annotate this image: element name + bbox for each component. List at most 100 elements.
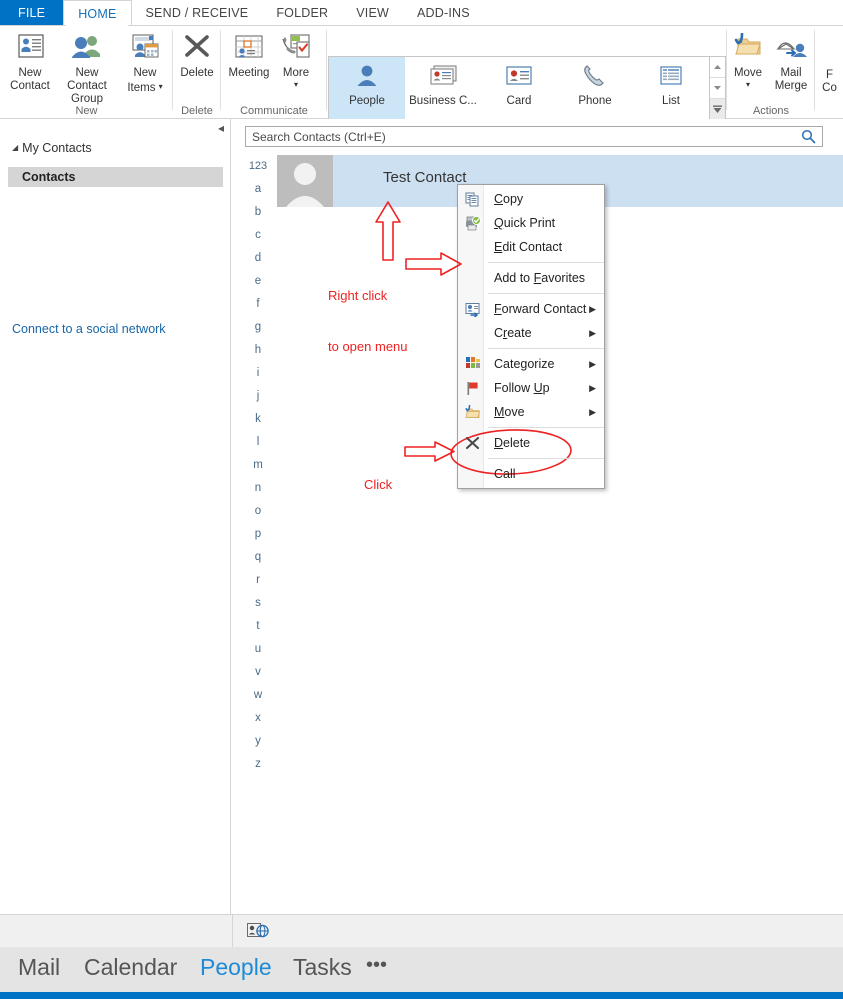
alpha-index-a[interactable]: a <box>243 178 273 201</box>
connect-social-network-link[interactable]: Connect to a social network <box>12 322 166 336</box>
avatar <box>277 155 333 207</box>
alpha-index-f[interactable]: f <box>243 293 273 316</box>
alpha-index-q[interactable]: q <box>243 546 273 569</box>
new-contact-label-1: New <box>18 67 42 79</box>
menu-separator <box>488 427 604 428</box>
new-items-label-1: New <box>133 67 157 79</box>
delete-button[interactable]: Delete <box>169 30 225 80</box>
mail-merge-button[interactable]: Mail Merge <box>769 30 813 93</box>
sidebar-item-contacts-label: Contacts <box>22 170 76 184</box>
search-icon[interactable] <box>801 129 816 144</box>
gallery-scrollbar[interactable] <box>710 56 726 120</box>
module-calendar[interactable]: Calendar <box>84 954 177 981</box>
ribbon-group-communicate: Meeting More ▾ Communicate <box>221 26 327 119</box>
meeting-icon <box>221 30 277 64</box>
alpha-index-g[interactable]: g <box>243 316 273 339</box>
more-dropdown-icon[interactable]: ▾ <box>271 78 321 91</box>
alpha-index-w[interactable]: w <box>243 684 273 707</box>
view-people[interactable]: People <box>329 57 405 119</box>
alpha-index-k[interactable]: k <box>243 408 273 431</box>
alpha-index-d[interactable]: d <box>243 247 273 270</box>
alpha-index-o[interactable]: o <box>243 500 273 523</box>
tab-add-ins[interactable]: ADD-INS <box>403 0 484 26</box>
menu-item-edit-contact[interactable]: Edit Contact <box>458 235 604 259</box>
new-contact-button[interactable]: New Contact <box>2 30 58 93</box>
move-button[interactable]: Move ▾ <box>727 30 769 91</box>
new-contact-group-button[interactable]: New Contact Group <box>56 30 118 106</box>
new-items-dropdown-icon[interactable]: ▾ <box>159 82 163 91</box>
view-card[interactable]: Card <box>481 57 557 119</box>
tab-home[interactable]: HOME <box>63 0 132 26</box>
alpha-index-y[interactable]: y <box>243 730 273 753</box>
ribbon-group-delete-label: Delete <box>181 105 213 117</box>
menu-item-quick-print[interactable]: Quick Print <box>458 211 604 235</box>
menu-item-follow-up-label: Follow Up <box>494 381 550 395</box>
view-phone[interactable]: Phone <box>557 57 633 119</box>
current-view-gallery: People Business C... Card Phone List <box>328 56 710 120</box>
alpha-index-e[interactable]: e <box>243 270 273 293</box>
alphabet-index[interactable]: 123 a b c d e f g h i j k l m n o p q r s t u v w x y z <box>243 155 273 776</box>
menu-item-add-to-favorites[interactable]: Add to Favorites <box>458 266 604 290</box>
alpha-index-c[interactable]: c <box>243 224 273 247</box>
alpha-index-n[interactable]: n <box>243 477 273 500</box>
list-view-icon <box>633 57 709 95</box>
alpha-index-j[interactable]: j <box>243 385 273 408</box>
tab-view[interactable]: VIEW <box>342 0 403 26</box>
alpha-index-b[interactable]: b <box>243 201 273 224</box>
menu-item-categorize[interactable]: Categorize ▶ <box>458 352 604 376</box>
view-list[interactable]: List <box>633 57 709 119</box>
module-tasks[interactable]: Tasks <box>293 954 352 981</box>
contact-context-menu: Copy Quick Print Edit Contact Add to Fav… <box>457 184 605 489</box>
view-business-card-label: Business C... <box>409 95 477 107</box>
new-items-button[interactable]: New Items ▾ <box>120 30 170 95</box>
new-items-icon <box>120 30 170 64</box>
alpha-index-123[interactable]: 123 <box>243 155 273 178</box>
forward-contact-ribbon-button[interactable]: F Co <box>816 66 843 95</box>
menu-item-follow-up[interactable]: Follow Up ▶ <box>458 376 604 400</box>
ribbon-group-share-clipped: F Co <box>816 26 843 119</box>
menu-item-delete-label: Delete <box>494 436 531 450</box>
gallery-scroll-up-icon[interactable] <box>710 57 725 78</box>
alpha-index-m[interactable]: m <box>243 454 273 477</box>
gallery-more-icon[interactable] <box>710 99 725 120</box>
alpha-index-t[interactable]: t <box>243 615 273 638</box>
menu-item-forward-contact[interactable]: Forward Contact ▶ <box>458 297 604 321</box>
delete-icon <box>464 435 481 451</box>
alpha-index-v[interactable]: v <box>243 661 273 684</box>
module-people[interactable]: People <box>200 954 272 981</box>
meeting-button[interactable]: Meeting <box>221 30 277 80</box>
menu-item-copy[interactable]: Copy <box>458 187 604 211</box>
nav-group-header[interactable]: ◢ My Contacts <box>12 141 92 155</box>
alpha-index-p[interactable]: p <box>243 523 273 546</box>
alpha-index-r[interactable]: r <box>243 569 273 592</box>
module-mail[interactable]: Mail <box>18 954 60 981</box>
expand-triangle-icon[interactable]: ◢ <box>12 143 18 152</box>
alpha-index-h[interactable]: h <box>243 339 273 362</box>
tab-send-receive[interactable]: SEND / RECEIVE <box>132 0 263 26</box>
menu-item-delete[interactable]: Delete <box>458 431 604 455</box>
people-pane-icon[interactable] <box>247 923 269 939</box>
alpha-index-s[interactable]: s <box>243 592 273 615</box>
search-input[interactable] <box>246 127 796 146</box>
menu-item-move[interactable]: Move ▶ <box>458 400 604 424</box>
view-business-card[interactable]: Business C... <box>405 57 481 119</box>
alpha-index-z[interactable]: z <box>243 753 273 776</box>
gallery-scroll-down-icon[interactable] <box>710 78 725 99</box>
tab-folder[interactable]: FOLDER <box>262 0 342 26</box>
sidebar-item-contacts[interactable]: Contacts <box>8 167 223 187</box>
tab-file[interactable]: FILE <box>0 0 64 26</box>
alpha-index-i[interactable]: i <box>243 362 273 385</box>
alpha-index-l[interactable]: l <box>243 431 273 454</box>
more-button[interactable]: More ▾ <box>271 30 321 91</box>
alpha-index-x[interactable]: x <box>243 707 273 730</box>
alpha-index-u[interactable]: u <box>243 638 273 661</box>
menu-item-call[interactable]: Call <box>458 462 604 486</box>
menu-item-edit-contact-label: Edit Contact <box>494 240 563 254</box>
delete-x-icon <box>169 30 225 64</box>
ribbon-group-communicate-label: Communicate <box>240 105 308 117</box>
follow-up-icon <box>464 380 481 396</box>
search-contacts-box[interactable] <box>245 126 823 147</box>
collapse-pane-icon[interactable]: ◂ <box>218 121 224 135</box>
module-more-icon[interactable]: ••• <box>366 954 387 977</box>
menu-item-create[interactable]: Create ▶ <box>458 321 604 345</box>
